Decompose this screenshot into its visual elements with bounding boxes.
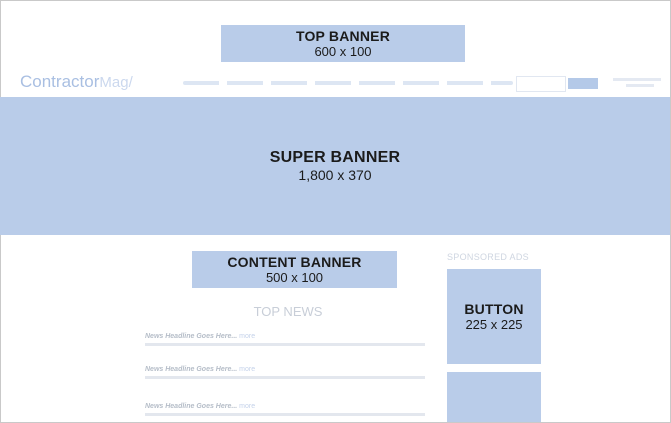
super-banner-title: SUPER BANNER bbox=[269, 149, 401, 166]
news-headline[interactable]: News Headline Goes Here... bbox=[145, 403, 237, 410]
content-banner-ad[interactable]: CONTENT BANNER 500 x 100 bbox=[192, 251, 397, 288]
top-banner-ad[interactable]: TOP BANNER 600 x 100 bbox=[221, 25, 465, 62]
button-ad-size: 225 x 225 bbox=[465, 317, 523, 332]
news-more-link[interactable]: more bbox=[239, 403, 255, 410]
register-link[interactable] bbox=[626, 84, 654, 87]
site-navbar: ContractorMag/ bbox=[8, 70, 663, 96]
news-more-link[interactable]: more bbox=[239, 366, 255, 373]
login-link[interactable] bbox=[613, 78, 661, 81]
search-input[interactable] bbox=[516, 76, 566, 92]
news-item[interactable]: News Headline Goes Here... more bbox=[145, 333, 425, 346]
button-ad[interactable]: BUTTON 225 x 225 bbox=[447, 269, 541, 364]
top-banner-title: TOP BANNER bbox=[295, 27, 391, 44]
news-item[interactable]: News Headline Goes Here... more bbox=[145, 403, 425, 416]
logo-accent-text: Mag bbox=[99, 74, 129, 91]
button-ad-title: BUTTON bbox=[464, 301, 524, 317]
site-logo[interactable]: ContractorMag/ bbox=[20, 72, 133, 92]
super-banner-ad[interactable]: SUPER BANNER 1,800 x 370 bbox=[0, 97, 670, 235]
button-ad-secondary[interactable] bbox=[447, 372, 541, 422]
search-button[interactable] bbox=[568, 78, 598, 89]
logo-main-text: Contractor bbox=[20, 72, 100, 91]
content-banner-size: 500 x 100 bbox=[265, 269, 324, 285]
content-banner-title: CONTENT BANNER bbox=[227, 253, 362, 270]
news-headline[interactable]: News Headline Goes Here... bbox=[145, 366, 237, 373]
super-banner-size: 1,800 x 370 bbox=[298, 167, 372, 183]
news-description bbox=[145, 343, 425, 346]
sponsored-ads-label: SPONSORED ADS bbox=[447, 252, 529, 262]
news-description bbox=[145, 376, 425, 379]
news-headline[interactable]: News Headline Goes Here... bbox=[145, 333, 237, 340]
nav-links[interactable] bbox=[183, 81, 513, 85]
news-description bbox=[145, 413, 425, 416]
top-banner-size: 600 x 100 bbox=[314, 43, 372, 59]
top-news-heading: TOP NEWS bbox=[253, 304, 323, 319]
logo-tail-text: / bbox=[128, 74, 133, 91]
news-item[interactable]: News Headline Goes Here... more bbox=[145, 366, 425, 379]
news-more-link[interactable]: more bbox=[239, 333, 255, 340]
